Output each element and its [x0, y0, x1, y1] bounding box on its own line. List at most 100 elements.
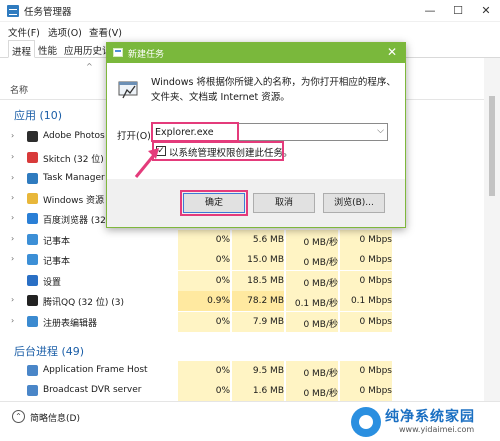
task-manager-app-icon: [7, 5, 19, 17]
window-title: 任务管理器: [24, 7, 72, 18]
network-cell: 0 Mbps: [340, 250, 392, 270]
process-name: 记事本: [43, 237, 71, 247]
process-name: 腾讯QQ (32 位) (3): [43, 298, 124, 308]
process-name: Windows 资源: [43, 196, 105, 206]
process-name: 设置: [43, 278, 62, 288]
vertical-scrollbar[interactable]: [484, 58, 500, 401]
network-cell: 0 Mbps: [340, 271, 392, 291]
memory-cell: 15.0 MB: [232, 250, 284, 270]
cpu-cell: 0%: [178, 361, 230, 381]
disk-cell: 0 MB/秒: [286, 381, 338, 401]
checkbox-highlight-box: [152, 141, 284, 161]
disk-cell: 0 MB/秒: [286, 361, 338, 381]
expand-chevron-icon[interactable]: ›: [11, 234, 14, 243]
process-name: Application Frame Host: [43, 365, 148, 375]
skitch-icon: [27, 152, 38, 163]
explorer-icon: [27, 193, 38, 204]
process-name: Broadcast DVR server: [43, 385, 142, 395]
minimize-button[interactable]: —: [416, 0, 444, 22]
cancel-button[interactable]: 取消: [253, 193, 315, 213]
tab-app-history[interactable]: 应用历史记: [64, 43, 112, 57]
network-cell: 0 Mbps: [340, 381, 392, 401]
memory-cell: 5.6 MB: [232, 230, 284, 250]
process-row[interactable]: 设置 0% 18.5 MB 0 MB/秒 0 Mbps: [0, 271, 480, 291]
process-row[interactable]: Application Frame Host 0% 9.5 MB 0 MB/秒 0 Mb…: [0, 361, 480, 381]
menu-file[interactable]: 文件(F): [8, 25, 40, 39]
adobe-photoshop-icon: [27, 131, 38, 142]
annotation-arrow-icon: [134, 148, 159, 178]
collapse-details-icon[interactable]: ⌃: [12, 410, 25, 423]
scrollbar-thumb[interactable]: [489, 96, 495, 196]
baidu-browser-icon: [27, 213, 38, 224]
group-background: 后台进程 (49): [14, 345, 85, 358]
network-cell: 0 Mbps: [340, 361, 392, 381]
process-row[interactable]: Broadcast DVR server 0% 1.6 MB 0 MB/秒 0 Mbps: [0, 381, 480, 401]
group-apps: 应用 (10): [14, 109, 63, 122]
menu-bar: 文件(F) 选项(O) 查看(V): [0, 22, 500, 40]
chevron-down-icon[interactable]: ⌵: [377, 126, 384, 136]
expand-chevron-icon[interactable]: ›: [11, 173, 14, 182]
tab-performance[interactable]: 性能: [38, 43, 57, 57]
dialog-button-bar: 确定 取消 浏览(B)...: [107, 179, 405, 227]
notepad-icon: [27, 234, 38, 245]
process-name: 记事本: [43, 257, 71, 267]
run-program-icon: [118, 81, 138, 99]
close-button[interactable]: ✕: [472, 0, 500, 22]
disk-cell: 0 MB/秒: [286, 230, 338, 250]
process-name: 注册表编辑器: [43, 319, 98, 329]
disk-cell: 0.1 MB/秒: [286, 291, 338, 311]
process-name: Adobe Photos: [43, 131, 105, 141]
expand-chevron-icon[interactable]: ›: [11, 316, 14, 325]
cpu-cell: 0%: [178, 250, 230, 270]
watermark-logo-icon: [351, 407, 381, 437]
process-row[interactable]: › 记事本 0% 5.6 MB 0 MB/秒 0 Mbps: [0, 230, 480, 250]
memory-cell: 7.9 MB: [232, 312, 284, 332]
expand-chevron-icon[interactable]: ›: [11, 213, 14, 222]
network-cell: 0.1 Mbps: [340, 291, 392, 311]
disk-cell: 0 MB/秒: [286, 271, 338, 291]
dialog-title: 新建任务: [128, 50, 165, 60]
expand-chevron-icon[interactable]: ›: [11, 254, 14, 263]
cpu-cell: 0%: [178, 381, 230, 401]
process-row[interactable]: › 腾讯QQ (32 位) (3) 0.9% 78.2 MB 0.1 MB/秒 0.1 M…: [0, 291, 480, 311]
cpu-cell: 0.9%: [178, 291, 230, 311]
tab-processes[interactable]: 进程: [8, 40, 36, 58]
expand-chevron-icon[interactable]: ›: [11, 152, 14, 161]
menu-view[interactable]: 查看(V): [89, 25, 122, 39]
column-name[interactable]: 名称: [10, 83, 28, 96]
watermark: 纯净系统家园 www.yidaimei.com: [349, 403, 500, 441]
watermark-url: www.yidaimei.com: [399, 425, 475, 434]
maximize-button[interactable]: ☐: [444, 0, 472, 22]
expand-chevron-icon[interactable]: ›: [11, 295, 14, 304]
memory-cell: 78.2 MB: [232, 291, 284, 311]
settings-icon: [27, 275, 38, 286]
memory-cell: 1.6 MB: [232, 381, 284, 401]
fewer-details-link[interactable]: 简略信息(D): [30, 411, 80, 424]
cpu-cell: 0%: [178, 230, 230, 250]
dialog-description: Windows 将根据你所键入的名称，为你打开相应的程序、文件夹、文档或 Int…: [151, 77, 396, 103]
app-frame-host-icon: [27, 365, 38, 376]
process-name: Skitch (32 位): [43, 155, 104, 165]
network-cell: 0 Mbps: [340, 312, 392, 332]
process-name: Task Manager: [43, 173, 105, 183]
open-label: 打开(O):: [117, 131, 155, 142]
menu-options[interactable]: 选项(O): [48, 25, 82, 39]
watermark-title: 纯净系统家园: [385, 409, 475, 425]
input-highlight-box: [151, 122, 239, 142]
process-row[interactable]: › 记事本 0% 15.0 MB 0 MB/秒 0 Mbps: [0, 250, 480, 270]
browse-button[interactable]: 浏览(B)...: [323, 193, 385, 213]
cpu-cell: 0%: [178, 312, 230, 332]
dialog-close-button[interactable]: ✕: [387, 45, 397, 59]
expand-chevron-icon[interactable]: ›: [11, 131, 14, 140]
ok-highlight-box: [180, 190, 248, 216]
regedit-icon: [27, 316, 38, 327]
create-new-task-dialog: 新建任务 ✕ Windows 将根据你所键入的名称，为你打开相应的程序、文件夹、…: [106, 42, 406, 228]
disk-cell: 0 MB/秒: [286, 250, 338, 270]
dialog-title-bar: 新建任务 ✕: [107, 43, 405, 63]
expand-chevron-icon[interactable]: ›: [11, 193, 14, 202]
dvr-server-icon: [27, 385, 38, 396]
sort-indicator: ^: [86, 62, 93, 71]
process-row[interactable]: › 注册表编辑器 0% 7.9 MB 0 MB/秒 0 Mbps: [0, 312, 480, 332]
network-cell: 0 Mbps: [340, 230, 392, 250]
task-manager-icon: [27, 173, 38, 184]
